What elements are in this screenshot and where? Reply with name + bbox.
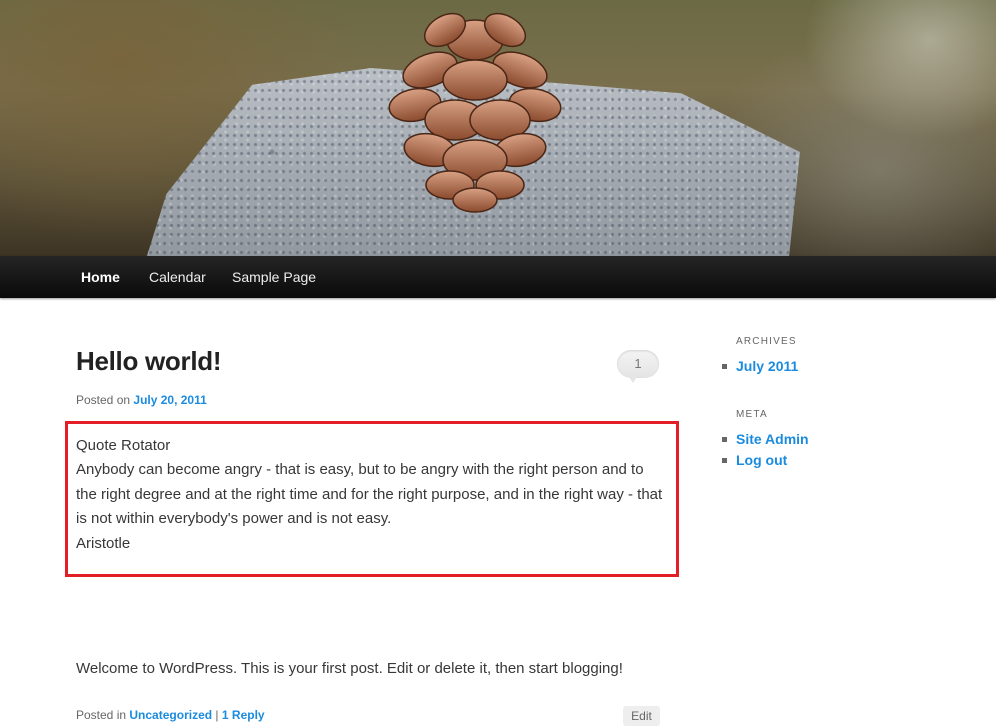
list-bullet-icon bbox=[722, 363, 727, 369]
post-date-link[interactable]: July 20, 2011 bbox=[133, 393, 206, 407]
log-out-link[interactable]: Log out bbox=[736, 452, 787, 468]
pine-cone-illustration bbox=[388, 12, 562, 213]
archives-item: July 2011 bbox=[722, 358, 798, 374]
category-link[interactable]: Uncategorized bbox=[129, 708, 212, 722]
bubble-tail bbox=[627, 374, 639, 383]
comments-count: 1 bbox=[634, 356, 642, 371]
header-image bbox=[0, 0, 996, 256]
post-body: Welcome to WordPress. This is your first… bbox=[76, 660, 623, 677]
post-title[interactable]: Hello world! bbox=[76, 346, 221, 377]
comments-count-bubble[interactable]: 1 bbox=[617, 350, 659, 383]
nav-item-home[interactable]: Home bbox=[81, 256, 120, 298]
meta-widget-title: META bbox=[736, 409, 768, 420]
quote-text: Anybody can become angry - that is easy,… bbox=[76, 461, 663, 527]
list-bullet-icon bbox=[722, 457, 727, 463]
main-navigation: Home Calendar Sample Page bbox=[0, 256, 996, 298]
meta-separator: | bbox=[215, 708, 219, 722]
meta-item: Site Admin bbox=[722, 431, 809, 447]
nav-item-calendar[interactable]: Calendar bbox=[149, 256, 206, 298]
edit-post-button[interactable]: Edit bbox=[623, 706, 660, 726]
nav-item-sample-page[interactable]: Sample Page bbox=[232, 256, 316, 298]
reply-link[interactable]: 1 Reply bbox=[222, 708, 265, 722]
post-meta: Posted on July 20, 2011 bbox=[76, 393, 207, 407]
quote-author: Aristotle bbox=[76, 535, 131, 552]
list-bullet-icon bbox=[722, 436, 727, 442]
posted-on-label: Posted on bbox=[76, 393, 131, 407]
site-admin-link[interactable]: Site Admin bbox=[736, 431, 809, 447]
archive-link-july-2011[interactable]: July 2011 bbox=[736, 358, 798, 374]
quote-heading: Quote Rotator bbox=[76, 437, 171, 454]
posted-in-label: Posted in bbox=[76, 708, 127, 722]
meta-item: Log out bbox=[722, 452, 787, 468]
post-footer-meta: Posted in Uncategorized | 1 Reply bbox=[76, 708, 265, 722]
archives-widget-title: ARCHIVES bbox=[736, 336, 797, 347]
